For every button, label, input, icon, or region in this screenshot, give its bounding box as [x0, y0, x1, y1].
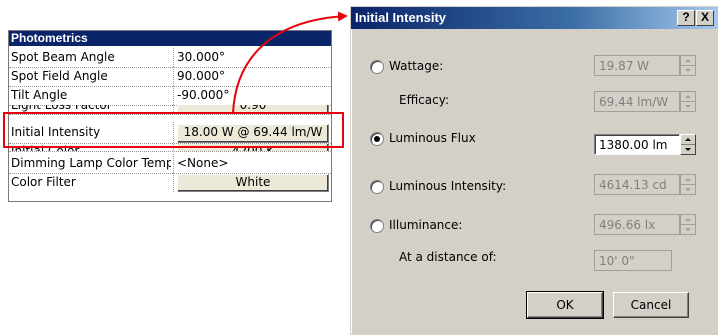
luminous-flux-label: Luminous Flux: [389, 131, 476, 145]
dialog-title: Initial Intensity: [355, 10, 447, 25]
highlight-box: [3, 112, 344, 148]
luminous-intensity-spinner[interactable]: [680, 174, 696, 195]
property-row-spot-beam-angle[interactable]: Spot Beam Angle 30.000°: [9, 48, 331, 68]
help-button[interactable]: ?: [677, 10, 695, 26]
wattage-radio[interactable]: [370, 60, 384, 74]
luminous-intensity-label: Luminous Intensity:: [389, 179, 507, 193]
luminous-flux-field[interactable]: 1380.00 lm: [594, 134, 680, 155]
efficacy-field[interactable]: 69.44 lm/W: [594, 91, 680, 112]
illuminance-field[interactable]: 496.66 lx: [594, 214, 680, 235]
property-row-dimming-lamp-color-temp[interactable]: Dimming Lamp Color Temp <None>: [9, 154, 331, 174]
property-name: Spot Beam Angle: [11, 50, 115, 64]
luminous-intensity-field[interactable]: 4614.13 cd: [594, 174, 680, 195]
property-name: Dimming Lamp Color Temp: [11, 156, 171, 170]
wattage-spinner[interactable]: [680, 55, 696, 76]
luminous-flux-spinner[interactable]: [680, 134, 696, 155]
efficacy-label: Efficacy:: [399, 93, 450, 107]
illuminance-spinner[interactable]: [680, 214, 696, 235]
distance-label: At a distance of:: [399, 250, 497, 264]
wattage-field[interactable]: 19.87 W: [594, 55, 680, 76]
initial-intensity-dialog: Initial Intensity ? X Wattage: 19.87 W E…: [350, 6, 718, 335]
section-header-photometrics: Photometrics: [9, 31, 331, 46]
property-name: Spot Field Angle: [11, 69, 108, 83]
illuminance-radio[interactable]: [370, 219, 384, 233]
cancel-button[interactable]: Cancel: [613, 292, 689, 318]
luminous-intensity-radio[interactable]: [370, 180, 384, 194]
property-row-color-filter[interactable]: Color Filter White: [9, 173, 331, 192]
color-filter-button[interactable]: White: [177, 174, 329, 192]
illuminance-label: Illuminance:: [389, 218, 463, 232]
wattage-label: Wattage:: [389, 59, 444, 73]
close-button[interactable]: X: [696, 10, 714, 26]
distance-field[interactable]: 10' 0": [594, 250, 672, 271]
property-value[interactable]: -90.000°: [177, 86, 327, 105]
property-value[interactable]: 30.000°: [177, 48, 327, 67]
property-name: Tilt Angle: [11, 88, 68, 102]
luminous-flux-radio[interactable]: [370, 132, 384, 146]
efficacy-spinner[interactable]: [680, 91, 696, 112]
property-row-spot-field-angle[interactable]: Spot Field Angle 90.000°: [9, 67, 331, 87]
ok-button[interactable]: OK: [526, 291, 604, 319]
property-row-tilt-angle[interactable]: Tilt Angle -90.000°: [9, 86, 331, 106]
property-name: Color Filter: [11, 175, 76, 189]
property-value[interactable]: <None>: [177, 154, 327, 173]
dialog-title-bar[interactable]: Initial Intensity ? X: [351, 7, 718, 29]
property-value[interactable]: 90.000°: [177, 67, 327, 86]
